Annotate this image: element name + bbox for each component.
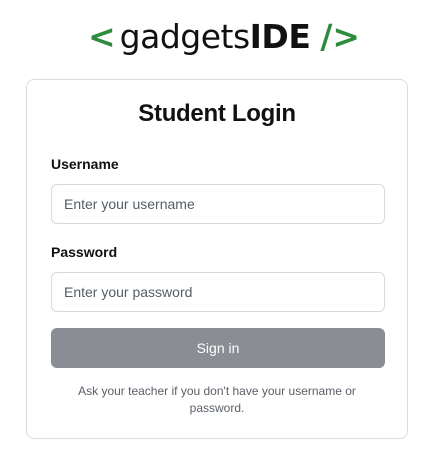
username-input[interactable] — [51, 184, 385, 224]
username-label: Username — [51, 156, 119, 172]
password-input[interactable] — [51, 272, 385, 312]
help-text: Ask your teacher if you don't have your … — [78, 384, 356, 415]
sign-in-button[interactable]: Sign in — [51, 328, 385, 368]
gadgetside-logo: < gadgets IDE /> — [88, 14, 360, 60]
logo-name-bold: IDE — [249, 17, 311, 56]
logo-open-bracket: < — [88, 17, 116, 56]
page-title: Student Login — [138, 100, 296, 127]
login-card: Student Login Username Password Sign in … — [26, 79, 408, 439]
logo-close-bracket: /> — [320, 17, 361, 56]
password-label: Password — [51, 244, 118, 260]
logo-name: gadgets — [119, 17, 251, 56]
